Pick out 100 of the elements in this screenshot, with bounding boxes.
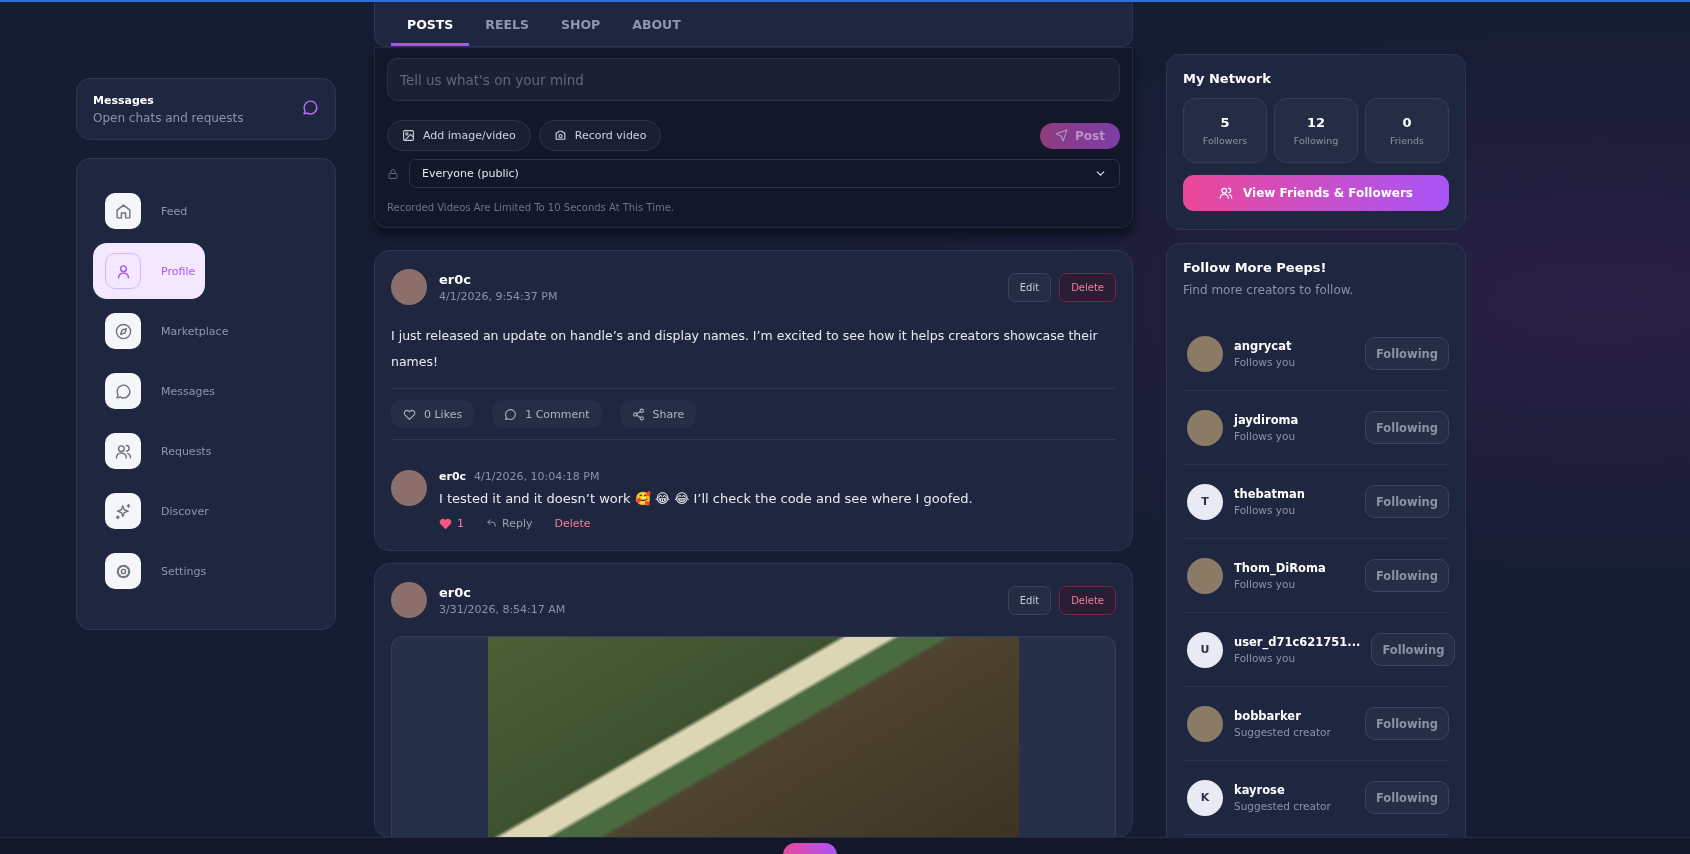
post-author[interactable]: er0c — [439, 271, 558, 287]
stat-tile[interactable]: 12 Following — [1274, 98, 1358, 163]
post-author[interactable]: er0c — [439, 584, 566, 600]
sidebar-item[interactable]: Discover — [93, 483, 221, 539]
image-plus-icon — [402, 129, 415, 142]
sidebar-item-label: Feed — [161, 204, 188, 218]
view-friends-button[interactable]: View Friends & Followers — [1183, 175, 1449, 211]
avatar-photo-placeholder — [1187, 409, 1223, 446]
sidebar-item[interactable]: Requests — [93, 423, 224, 479]
comment-like-button[interactable]: 1 — [439, 517, 464, 530]
user-status: Suggested creator — [1234, 726, 1331, 738]
avatar-initial: U — [1187, 631, 1223, 668]
users-icon — [114, 442, 132, 460]
sidebar-item[interactable]: Messages — [93, 363, 227, 419]
avatar-photo-placeholder — [391, 582, 427, 618]
suggestions-title: Follow More Peeps! — [1183, 260, 1328, 275]
tab[interactable]: SHOP — [545, 5, 617, 46]
comment-button[interactable]: 1 Comment — [492, 400, 602, 428]
avatar-photo-placeholder — [1187, 557, 1223, 594]
network-title: My Network — [1183, 71, 1272, 86]
user-name[interactable]: Thom_DiRoma — [1234, 561, 1326, 575]
user-status: Follows you — [1234, 578, 1297, 590]
lock-icon — [387, 167, 399, 180]
reply-button[interactable]: Reply — [486, 517, 533, 530]
comment-text: I tested it and it doesn’t work 🥰 😂 😂 I’ll check the code and see where I goofed. — [439, 491, 973, 506]
comment-delete-button[interactable]: Delete — [554, 517, 591, 530]
stat-label: Friends — [1389, 135, 1425, 146]
camera-icon — [553, 129, 567, 142]
following-button[interactable]: Following — [1364, 337, 1449, 370]
sidebar-item[interactable]: Feed — [93, 183, 200, 239]
following-button[interactable]: Following — [1364, 559, 1449, 592]
home-icon — [114, 202, 132, 220]
video-limit-note: Recorded Videos Are Limited To 10 Seconds At This Time. — [387, 202, 675, 213]
avatar-photo-placeholder — [1187, 335, 1223, 372]
chat-bubble-icon — [504, 407, 518, 421]
suggestions-subtitle: Find more creators to follow. — [1183, 283, 1355, 297]
sidebar-item-label: Settings — [161, 564, 207, 578]
messages-subtitle: Open chats and requests — [93, 110, 244, 125]
stat-tile[interactable]: 5 Followers — [1183, 98, 1267, 163]
chat-bubble-icon — [302, 98, 319, 116]
stat-value: 0 — [1402, 115, 1412, 130]
audience-dropdown[interactable]: Everyone (public) — [409, 159, 1120, 188]
user-name[interactable]: angrycat — [1234, 339, 1296, 353]
add-media-button[interactable]: Add image/video — [387, 120, 531, 151]
avatar-initial: T — [1187, 483, 1223, 520]
user-name[interactable]: thebatman — [1234, 487, 1305, 501]
compass-icon — [114, 322, 132, 340]
stat-value: 12 — [1306, 115, 1326, 130]
sidebar-item-label: Profile — [161, 264, 196, 278]
avatar-photo-placeholder — [391, 470, 427, 506]
settings-icon — [114, 562, 132, 580]
send-icon — [1055, 129, 1069, 142]
messages-title: Messages — [93, 93, 155, 107]
comment-time: 4/1/2026, 10:04:18 PM — [474, 470, 600, 483]
sidebar-item[interactable]: Profile — [93, 243, 206, 299]
user-status: Follows you — [1234, 504, 1297, 516]
chat-bubble-icon — [114, 382, 132, 400]
sidebar-item-label: Messages — [161, 384, 215, 398]
sidebar-item[interactable]: Settings — [93, 543, 219, 599]
sidebar-item[interactable]: Marketplace — [93, 303, 241, 359]
stat-label: Following — [1293, 135, 1339, 146]
reply-icon — [486, 518, 497, 529]
user-name[interactable]: user_d71c621751... — [1234, 635, 1361, 649]
record-video-button[interactable]: Record video — [538, 120, 662, 151]
following-button[interactable]: Following — [1364, 411, 1449, 444]
edit-button[interactable]: Edit — [1007, 272, 1052, 302]
user-name[interactable]: kayrose — [1234, 783, 1331, 797]
following-button[interactable]: Following — [1364, 707, 1449, 740]
stat-label: Followers — [1202, 135, 1248, 146]
avatar-photo-placeholder — [391, 269, 427, 305]
user-name[interactable]: jaydiroma — [1234, 413, 1299, 427]
like-button[interactable]: 0 Likes — [391, 400, 475, 428]
edit-button[interactable]: Edit — [1007, 585, 1052, 615]
messages-card[interactable]: Messages Open chats and requests — [76, 78, 336, 140]
delete-button[interactable]: Delete — [1059, 272, 1116, 302]
comment-author[interactable]: er0c — [439, 470, 467, 483]
avatar-photo-placeholder — [1187, 705, 1223, 742]
following-button[interactable]: Following — [1364, 485, 1449, 518]
post-input-field[interactable]: Tell us what's on your mind — [387, 58, 1120, 101]
tab[interactable]: ABOUT — [616, 5, 697, 46]
sparkles-icon — [114, 502, 132, 520]
sidebar-item-label: Discover — [161, 504, 209, 518]
following-button[interactable]: Following — [1364, 781, 1449, 814]
post-time: 3/31/2026, 8:54:17 AM — [439, 602, 566, 616]
post-time: 4/1/2026, 9:54:37 PM — [439, 289, 558, 303]
tab[interactable]: REELS — [469, 5, 545, 46]
avatar-initial: K — [1187, 779, 1223, 816]
delete-button[interactable]: Delete — [1059, 585, 1116, 615]
user-name[interactable]: bobbarker — [1234, 709, 1331, 723]
share-button[interactable]: Share — [619, 400, 697, 428]
post-text: I just released an update on handle’s and display names. I’m excited to see how it helps creators showcase their names! — [391, 327, 1099, 371]
stat-value: 5 — [1220, 115, 1230, 130]
sidebar-item-label: Requests — [161, 444, 212, 458]
user-status: Follows you — [1234, 652, 1297, 664]
share-icon — [631, 407, 645, 421]
following-button[interactable]: Following — [1371, 633, 1456, 666]
sidebar-item-label: Marketplace — [161, 324, 229, 338]
users-icon — [1219, 186, 1233, 200]
stat-tile[interactable]: 0 Friends — [1365, 98, 1449, 163]
user-status: Suggested creator — [1234, 800, 1331, 812]
